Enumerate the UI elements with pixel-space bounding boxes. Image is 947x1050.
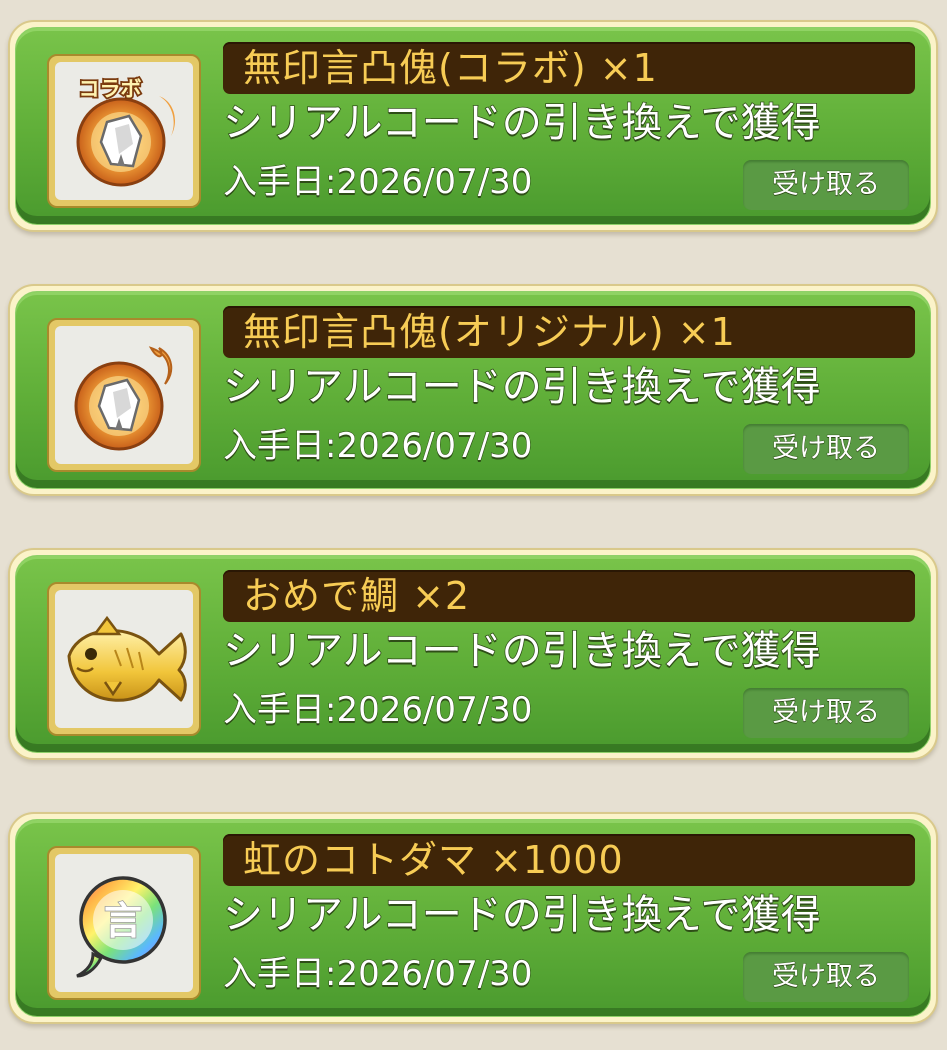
present-item-card: 無印言凸傀(オリジナル) ×1 シリアルコードの引き換えで獲得 入手日:2026… — [8, 284, 938, 496]
item-title: 無印言凸傀(オリジナル) ×1 — [243, 310, 736, 354]
present-item-card: 言 虹のコトダマ ×1000 シリアルコードの引き換えで獲得 入手日:2026/… — [8, 812, 938, 1024]
item-title-bar: おめで鯛 ×2 — [223, 570, 915, 622]
item-icon-frame — [47, 318, 201, 472]
acquired-date: 入手日:2026/07/30 — [222, 954, 533, 995]
present-item-card: コラボ 無印言凸傀(コラボ) ×1 シリアルコードの引き換えで獲得 入手日:20… — [8, 20, 938, 232]
item-icon-frame: 言 — [47, 846, 201, 1000]
item-description: シリアルコードの引き換えで獲得 — [222, 627, 821, 675]
item-icon-frame: コラボ — [47, 54, 201, 208]
golden-sea-bream-icon — [55, 590, 193, 728]
receive-button[interactable]: 受け取る — [743, 952, 909, 1002]
card-body: 言 虹のコトダマ ×1000 シリアルコードの引き換えで獲得 入手日:2026/… — [15, 819, 931, 1017]
present-item-card: おめで鯛 ×2 シリアルコードの引き換えで獲得 入手日:2026/07/30 受… — [8, 548, 938, 760]
receive-button[interactable]: 受け取る — [743, 424, 909, 474]
item-description: シリアルコードの引き換えで獲得 — [222, 99, 821, 147]
item-description: シリアルコードの引き換えで獲得 — [222, 891, 821, 939]
item-title-bar: 虹のコトダマ ×1000 — [223, 834, 915, 886]
item-title: おめで鯛 ×2 — [243, 574, 471, 618]
acquired-date: 入手日:2026/07/30 — [222, 690, 533, 731]
acquired-date: 入手日:2026/07/30 — [222, 162, 533, 203]
item-description: シリアルコードの引き換えで獲得 — [222, 363, 821, 411]
receive-button[interactable]: 受け取る — [743, 688, 909, 738]
svg-text:コラボ: コラボ — [79, 77, 142, 101]
item-title: 虹のコトダマ ×1000 — [243, 838, 624, 882]
item-title-bar: 無印言凸傀(コラボ) ×1 — [223, 42, 915, 94]
card-body: 無印言凸傀(オリジナル) ×1 シリアルコードの引き換えで獲得 入手日:2026… — [15, 291, 931, 489]
crystal-orb-original-icon — [55, 326, 193, 464]
item-title-bar: 無印言凸傀(オリジナル) ×1 — [223, 306, 915, 358]
card-body: おめで鯛 ×2 シリアルコードの引き換えで獲得 入手日:2026/07/30 受… — [15, 555, 931, 753]
svg-text:言: 言 — [104, 899, 142, 943]
acquired-date: 入手日:2026/07/30 — [222, 426, 533, 467]
crystal-orb-collab-icon: コラボ — [55, 62, 193, 200]
item-icon-frame — [47, 582, 201, 736]
receive-button[interactable]: 受け取る — [743, 160, 909, 210]
item-title: 無印言凸傀(コラボ) ×1 — [243, 46, 658, 90]
card-body: コラボ 無印言凸傀(コラボ) ×1 シリアルコードの引き換えで獲得 入手日:20… — [15, 27, 931, 225]
rainbow-kotodama-bubble-icon: 言 — [55, 854, 193, 992]
